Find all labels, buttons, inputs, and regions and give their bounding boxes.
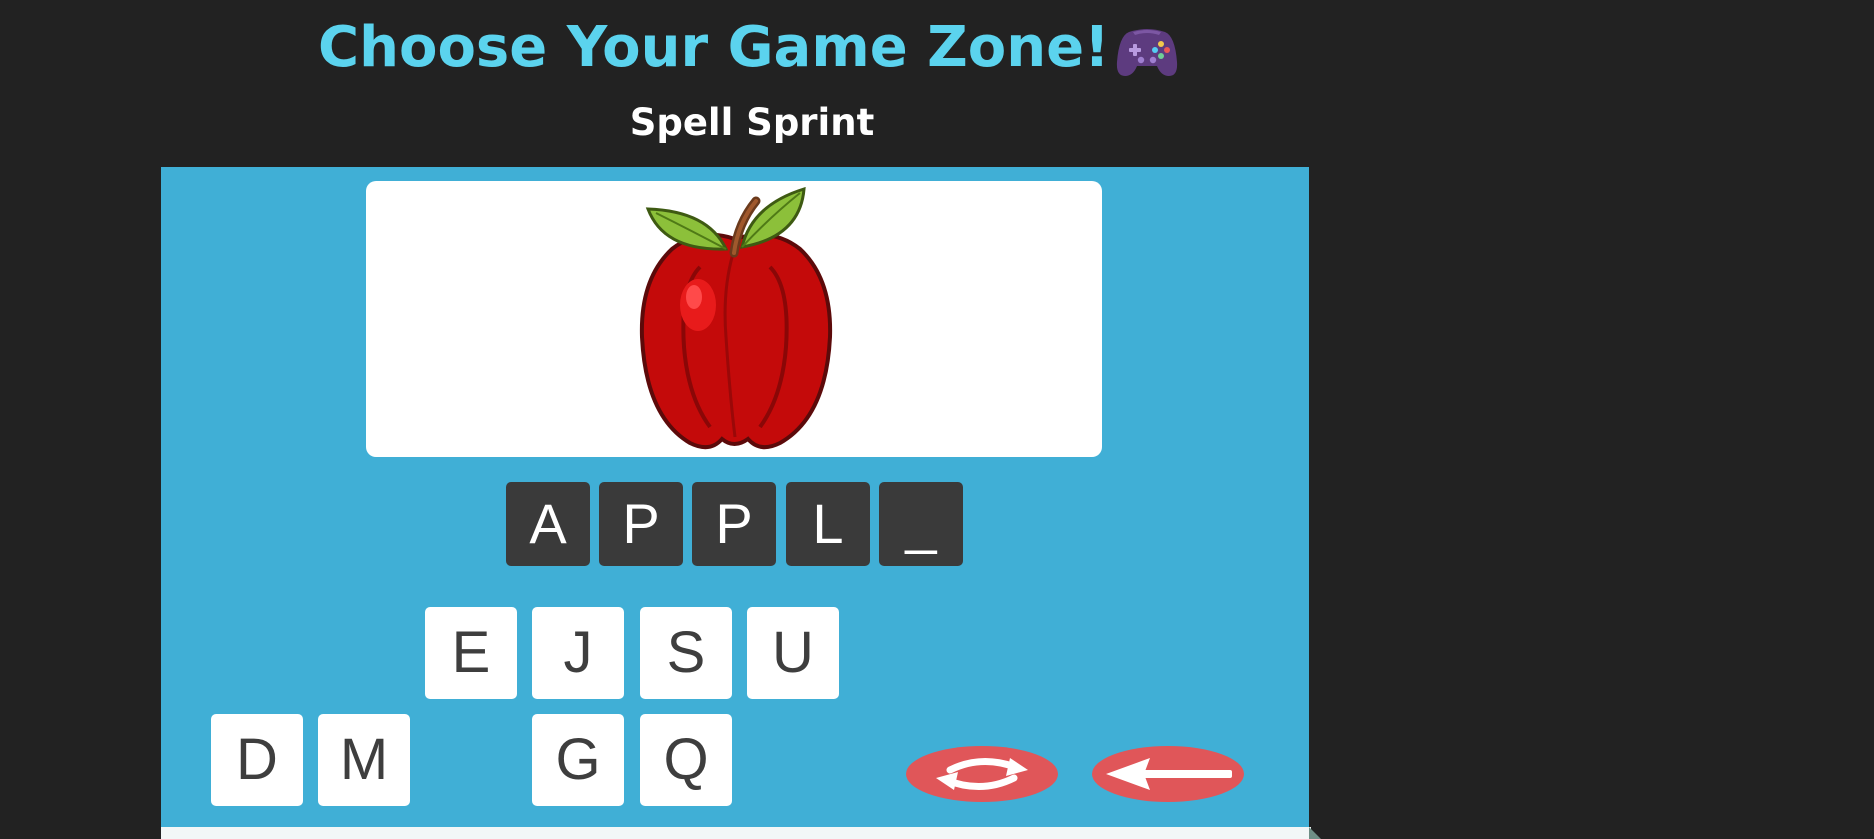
picture-card (366, 181, 1102, 457)
answer-slot: _ (879, 482, 963, 566)
answer-slot: A (506, 482, 590, 566)
panel-bottom-edge (161, 827, 1311, 839)
answer-slot: L (786, 482, 870, 566)
letter-tile[interactable]: E (425, 607, 517, 699)
letter-tile[interactable]: J (532, 607, 624, 699)
letter-tile[interactable]: M (318, 714, 410, 806)
backspace-arrow-icon (1106, 758, 1232, 790)
letter-tile[interactable]: Q (640, 714, 732, 806)
game-title: Spell Sprint (629, 101, 875, 144)
game-controller-icon (1116, 29, 1178, 76)
page-title: Choose Your Game Zone! (318, 15, 1110, 80)
letter-tile[interactable]: U (747, 607, 839, 699)
answer-slot: P (692, 482, 776, 566)
apple-image (639, 187, 833, 450)
letter-tile[interactable]: G (532, 714, 624, 806)
refresh-icon (936, 757, 1028, 791)
answer-slot: P (599, 482, 683, 566)
backspace-button[interactable] (1092, 746, 1244, 802)
refresh-button[interactable] (906, 746, 1058, 802)
letter-tile[interactable]: S (640, 607, 732, 699)
letter-tile[interactable]: D (211, 714, 303, 806)
